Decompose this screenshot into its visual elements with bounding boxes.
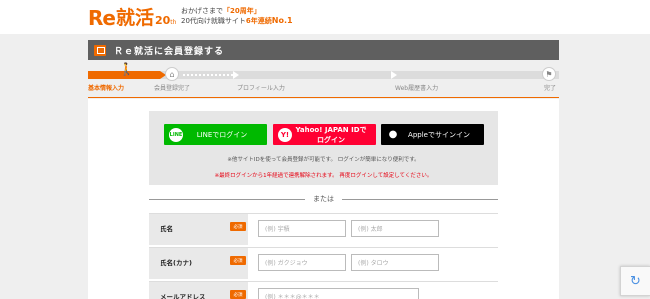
tagline-line2-highlight: 6年連続 <box>245 17 272 25</box>
step-label-web-resume: Web履歴書入力 <box>395 85 439 92</box>
last-name-input[interactable]: (例) 宇積 <box>258 220 346 237</box>
form-row-name: 氏名 必須 (例) 宇積 (例) 太郎 <box>149 213 498 245</box>
kana-label: 氏名(カナ) <box>160 259 192 267</box>
progress-dots <box>183 74 233 76</box>
form-label-cell: 氏名 必須 <box>149 214 248 245</box>
yahoo-login-label: Yahoo! JAPAN IDでログイン <box>295 125 367 144</box>
tagline-no1: No.1 <box>271 16 293 25</box>
monitor-icon <box>94 44 106 56</box>
recaptcha-icon: ↻ <box>630 273 641 289</box>
first-name-kana-input[interactable]: (例) タロウ <box>351 254 439 271</box>
or-divider: または <box>149 193 498 205</box>
line-login-button[interactable]: LINE LINEでログイン <box>164 124 267 145</box>
yahoo-login-button[interactable]: Y! Yahoo! JAPAN IDでログイン <box>273 124 376 145</box>
tagline-line1-highlight: 「20周年」 <box>223 7 261 15</box>
header-tagline: おかげさまで「20周年」 20代向け就職サイト6年連続No.1 <box>181 6 293 26</box>
registration-panel: LINE LINEでログイン Y! Yahoo! JAPAN IDでログイン ●… <box>88 99 559 299</box>
name-label: 氏名 <box>160 225 173 233</box>
apple-icon: ● <box>388 129 398 140</box>
divider-line <box>149 198 305 200</box>
first-name-input[interactable]: (例) 太郎 <box>351 220 439 237</box>
re-shukatsu-logo[interactable]: Re 就活 20 th <box>88 6 176 28</box>
email-label: メールアドレス <box>160 293 206 299</box>
last-name-kana-input[interactable]: (例) ガクジョウ <box>258 254 346 271</box>
social-login-warning: ※最終ログインから1年経過で連携解除されます。 再度ログインして設定してください… <box>214 173 433 179</box>
logo-th: th <box>170 19 177 26</box>
required-badge: 必須 <box>230 222 246 231</box>
step-label-finish: 完了 <box>544 85 557 92</box>
social-login-box: LINE LINEでログイン Y! Yahoo! JAPAN IDでログイン ●… <box>149 111 498 185</box>
flag-icon: ⚑ <box>542 67 556 81</box>
site-header: Re 就活 20 th おかげさまで「20周年」 20代向け就職サイト6年連続N… <box>0 0 650 34</box>
home-icon: ⌂ <box>165 67 179 81</box>
logo-kanji: 就活 <box>115 7 154 29</box>
form-label-cell: 氏名(カナ) 必須 <box>149 248 248 279</box>
required-badge: 必須 <box>230 290 246 299</box>
step-label-basic-info: 基本情報入力 <box>88 85 125 92</box>
logo-re: Re <box>88 6 116 30</box>
recaptcha-badge[interactable]: ↻ <box>620 266 650 296</box>
page-title-bar: Ｒｅ就活に会員登録する <box>88 40 559 60</box>
yahoo-icon: Y! <box>278 127 292 142</box>
tagline-line1-prefix: おかげさまで <box>181 7 223 15</box>
line-login-label: LINEでログイン <box>196 130 248 139</box>
tagline-line2-prefix: 20代向け就職サイト <box>181 17 246 25</box>
step-label-profile: プロフィール入力 <box>237 85 285 92</box>
social-login-note: ※他サイトIDを使って会員登録が可能です。 ログインが簡単になり便利です。 <box>227 157 420 163</box>
registration-progress: 🚶 ⌂ ⚑ 基本情報入力 会員登録完了 プロフィール入力 Web履歴書入力 完了 <box>88 62 559 98</box>
or-text: または <box>313 195 334 203</box>
person-walking-icon: 🚶 <box>119 62 134 76</box>
form-row-email: メールアドレス 必須 (例) ＊＊＊@＊＊＊ <box>149 281 498 299</box>
required-badge: 必須 <box>230 256 246 265</box>
line-icon: LINE <box>169 127 183 142</box>
logo-20: 20 <box>154 14 171 27</box>
apple-signin-label: Appleでサインイン <box>408 130 470 139</box>
apple-signin-button[interactable]: ● Appleでサインイン <box>381 124 484 145</box>
step-label-registration-complete: 会員登録完了 <box>154 85 191 92</box>
form-label-cell: メールアドレス 必須 <box>149 282 248 299</box>
progress-underline <box>88 97 559 98</box>
form-row-kana: 氏名(カナ) 必須 (例) ガクジョウ (例) タロウ <box>149 247 498 279</box>
divider-line <box>342 198 498 200</box>
progress-chevron <box>233 71 239 79</box>
progress-chevron <box>391 71 397 79</box>
page-title: Ｒｅ就活に会員登録する <box>114 46 225 57</box>
email-input[interactable]: (例) ＊＊＊@＊＊＊ <box>258 288 419 299</box>
